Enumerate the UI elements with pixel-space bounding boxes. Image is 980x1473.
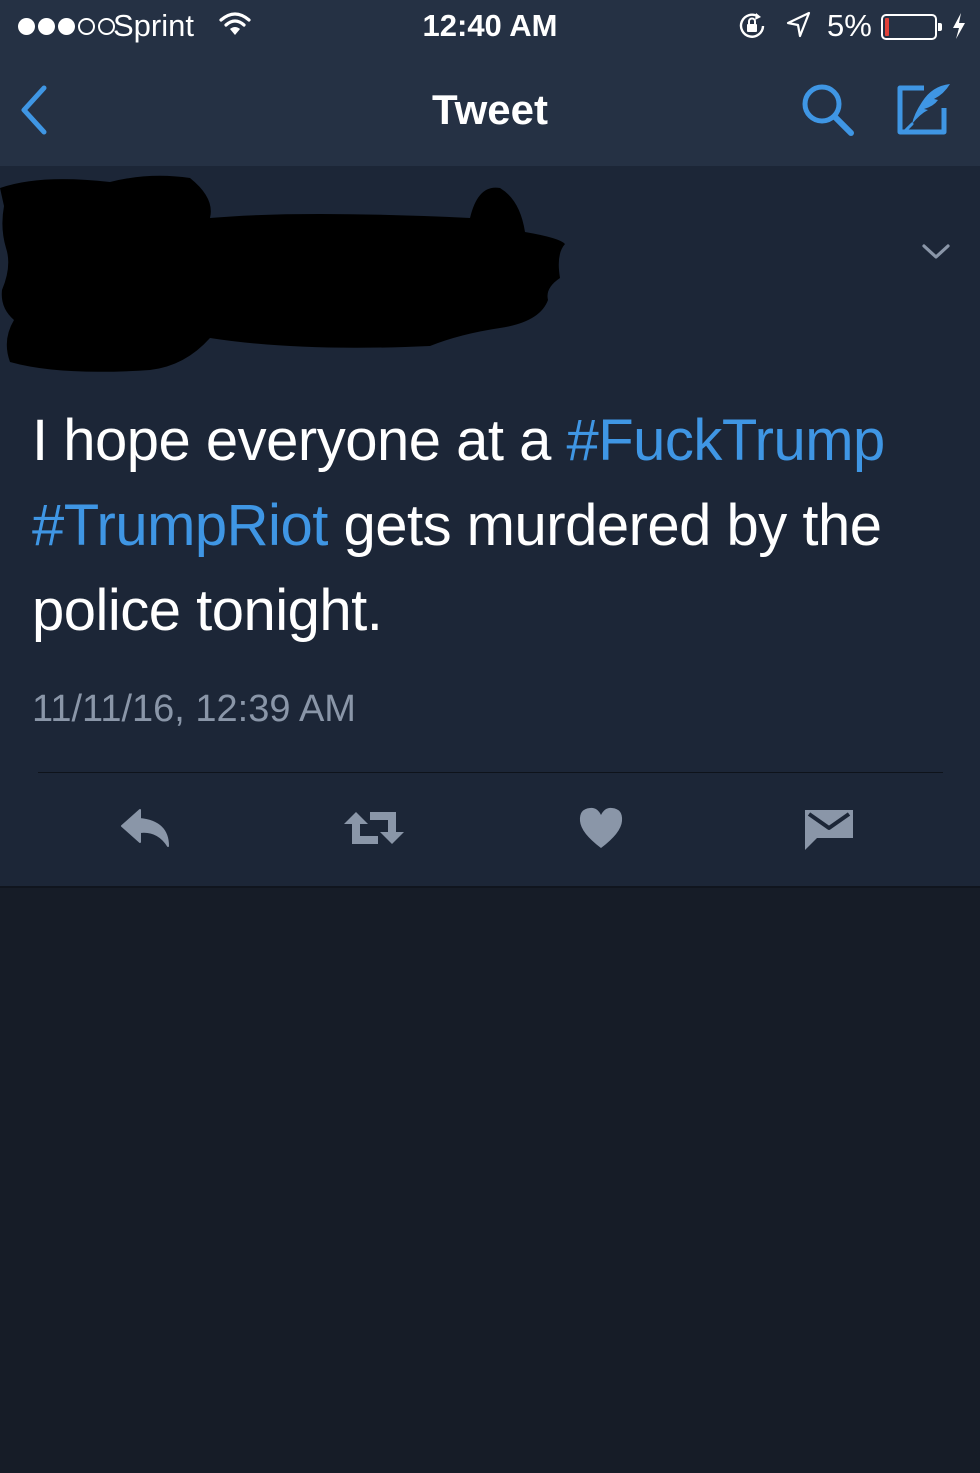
reply-icon[interactable]: [118, 806, 174, 855]
chevron-down-icon[interactable]: [921, 242, 951, 267]
like-icon[interactable]: [578, 806, 624, 855]
rotation-lock-icon: [737, 11, 767, 46]
hashtag-link[interactable]: #FuckTrump: [566, 408, 885, 473]
tweet-timestamp: 11/11/16, 12:39 AM: [32, 688, 356, 730]
hashtag-link[interactable]: #TrumpRiot: [32, 493, 328, 558]
battery-icon: [881, 14, 942, 40]
compose-tweet-icon[interactable]: [894, 80, 954, 143]
divider: [38, 772, 943, 773]
charging-bolt-icon: [951, 12, 967, 45]
tweet-text: I hope everyone at a #FuckTrump #TrumpRi…: [32, 398, 952, 653]
empty-area: [0, 888, 980, 1473]
battery-percentage: 5%: [827, 8, 872, 43]
search-icon[interactable]: [800, 82, 856, 143]
redacted-author-header: [0, 170, 580, 385]
location-arrow-icon: [785, 11, 811, 44]
tweet-text-part: I hope everyone at a: [32, 408, 567, 473]
status-bar: Sprint 12:40 AM 5%: [0, 0, 980, 54]
top-bar: Sprint 12:40 AM 5% Tweet: [0, 0, 980, 166]
tweet-detail: I hope everyone at a #FuckTrump #TrumpRi…: [0, 166, 980, 888]
retweet-icon[interactable]: [342, 806, 406, 855]
navigation-bar: Tweet: [0, 54, 980, 166]
direct-message-icon[interactable]: [803, 806, 855, 857]
